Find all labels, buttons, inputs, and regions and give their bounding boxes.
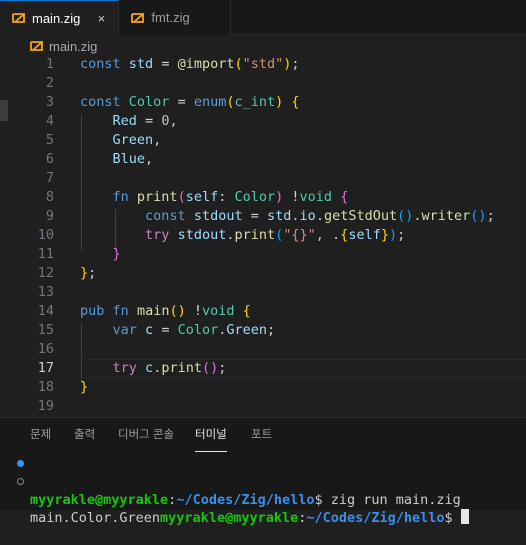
terminal-path: ~/Codes/Zig/hello [306,510,445,526]
line-number: 18 [37,379,54,395]
code-line: 7 [0,169,526,188]
terminal-path: ~/Codes/Zig/hello [176,492,315,508]
line-number: 4 [45,113,54,129]
code-line: 8 fn print(self: Color) !void { [0,188,526,207]
terminal-user: myyrakle@myyrakle [160,510,299,526]
code-line: 4 Red = 0, [0,112,526,131]
close-icon[interactable]: × [94,11,108,26]
line-number: 7 [45,170,54,186]
tab-output[interactable]: 출력 [74,426,95,446]
tab-fmt-zig[interactable]: fmt.zig [119,0,232,35]
panel-tab-bar: 문제 출력 디버그 콘솔 터미널 포트 [0,418,526,452]
line-number: 16 [37,341,54,357]
terminal-separator: : [298,510,307,526]
terminal-command: zig run main.zig [330,492,461,508]
line-number: 9 [45,208,54,224]
tab-ports[interactable]: 포트 [251,426,272,446]
zig-icon [131,12,145,23]
code-line: 9 const stdout = std.io.getStdOut().writ… [0,207,526,226]
code-line: 2 [0,74,526,93]
terminal-output: main.Color.Green [30,510,161,526]
line-number: 5 [45,132,54,148]
terminal-line[interactable]: main.Color.Greenmyyrakle@myyrakle:~/Code… [0,473,526,526]
line-number: 6 [45,151,54,167]
editor-tab-bar: main.zig × fmt.zig [0,0,526,35]
bottom-panel: 문제 출력 디버그 콘솔 터미널 포트 myyrakle@myyrakle:~/… [0,417,526,526]
line-number: 11 [37,246,54,262]
tab-problems[interactable]: 문제 [30,426,51,446]
breadcrumb-file[interactable]: main.zig [49,39,97,54]
tab-label: main.zig [32,10,81,26]
line-number: 13 [37,284,54,300]
terminal-cursor [460,509,469,524]
line-number: 15 [37,322,54,338]
tab-debug-console[interactable]: 디버그 콘솔 [118,426,174,446]
code-line: 13 [0,283,526,302]
zig-icon [30,41,43,51]
code-line: 15 var c = Color.Green; [0,321,526,340]
command-pending-icon[interactable] [17,478,24,485]
code-line: 11 } [0,245,526,264]
terminal-user: myyrakle@myyrakle [30,492,169,508]
code-line: 5 Green, [0,131,526,150]
line-number: 14 [37,303,54,319]
code-editor[interactable]: 1 const std = @import("std"); 2 3 const Co… [0,55,526,417]
terminal-prompt: $ [444,510,461,526]
line-number: 8 [45,189,54,205]
line-number: 10 [37,227,54,243]
tab-terminal[interactable]: 터미널 [195,426,227,452]
terminal-line[interactable]: myyrakle@myyrakle:~/Codes/Zig/hello$ zig… [0,455,526,508]
line-number: 12 [37,265,54,281]
zig-icon [12,13,25,23]
code-line: 12}; [0,264,526,283]
code-line-current: 17 try c.print(); [0,359,526,378]
code-line: 1 const std = @import("std"); [0,55,526,74]
code-line: 18} [0,378,526,397]
line-number: 17 [37,360,54,376]
code-line: 10 try stdout.print("{}", .{self}); [0,226,526,245]
code-line: 6 Blue, [0,150,526,169]
code-line: 16 [0,340,526,359]
line-number: 1 [45,56,54,72]
line-number: 3 [45,94,54,110]
command-success-icon[interactable] [17,460,24,467]
code-line: 3 const Color = enum(c_int) { [0,93,526,112]
tab-label: fmt.zig [151,10,190,25]
code-line: 14 pub fn main() !void { [0,302,526,321]
tab-main-zig[interactable]: main.zig × [0,0,120,35]
line-number: 2 [45,75,54,91]
code-line: 19 [0,397,526,416]
breadcrumb[interactable]: main.zig [0,35,526,57]
terminal-prompt: $ [314,492,331,508]
line-number: 19 [37,398,54,414]
